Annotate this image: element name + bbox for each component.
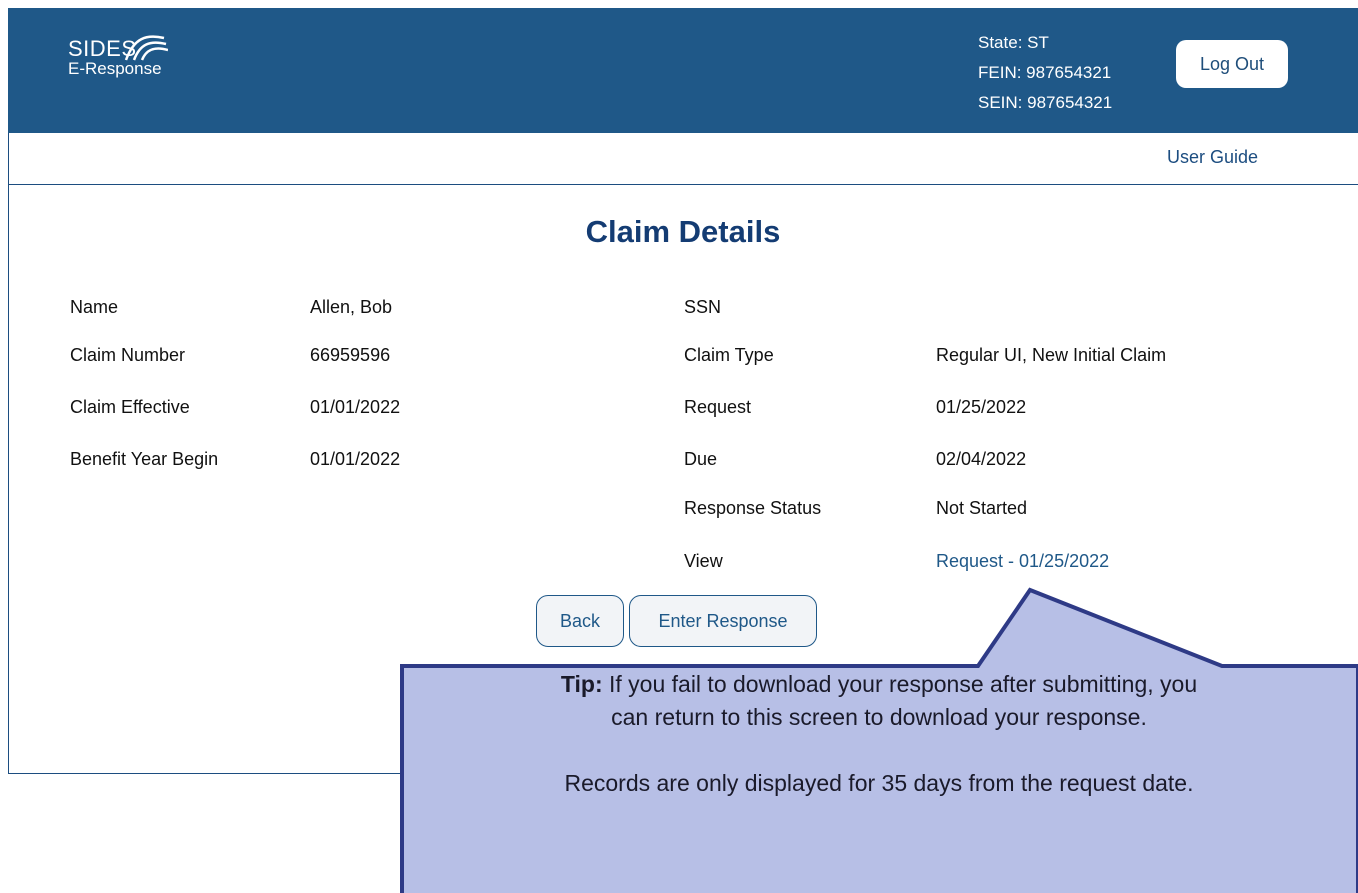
tip-line-3: Records are only displayed for 35 days f… [564, 770, 1194, 796]
tip-spacer [400, 734, 1358, 767]
tip-prefix: Tip: [560, 671, 603, 697]
tip-line-2: can return to this screen to download yo… [611, 704, 1147, 730]
tip-line-1-text: If you fail to download your response af… [609, 671, 1198, 697]
tip-line-1: Tip: If you fail to download your respon… [400, 668, 1358, 701]
tip-text: Tip: If you fail to download your respon… [400, 668, 1358, 800]
